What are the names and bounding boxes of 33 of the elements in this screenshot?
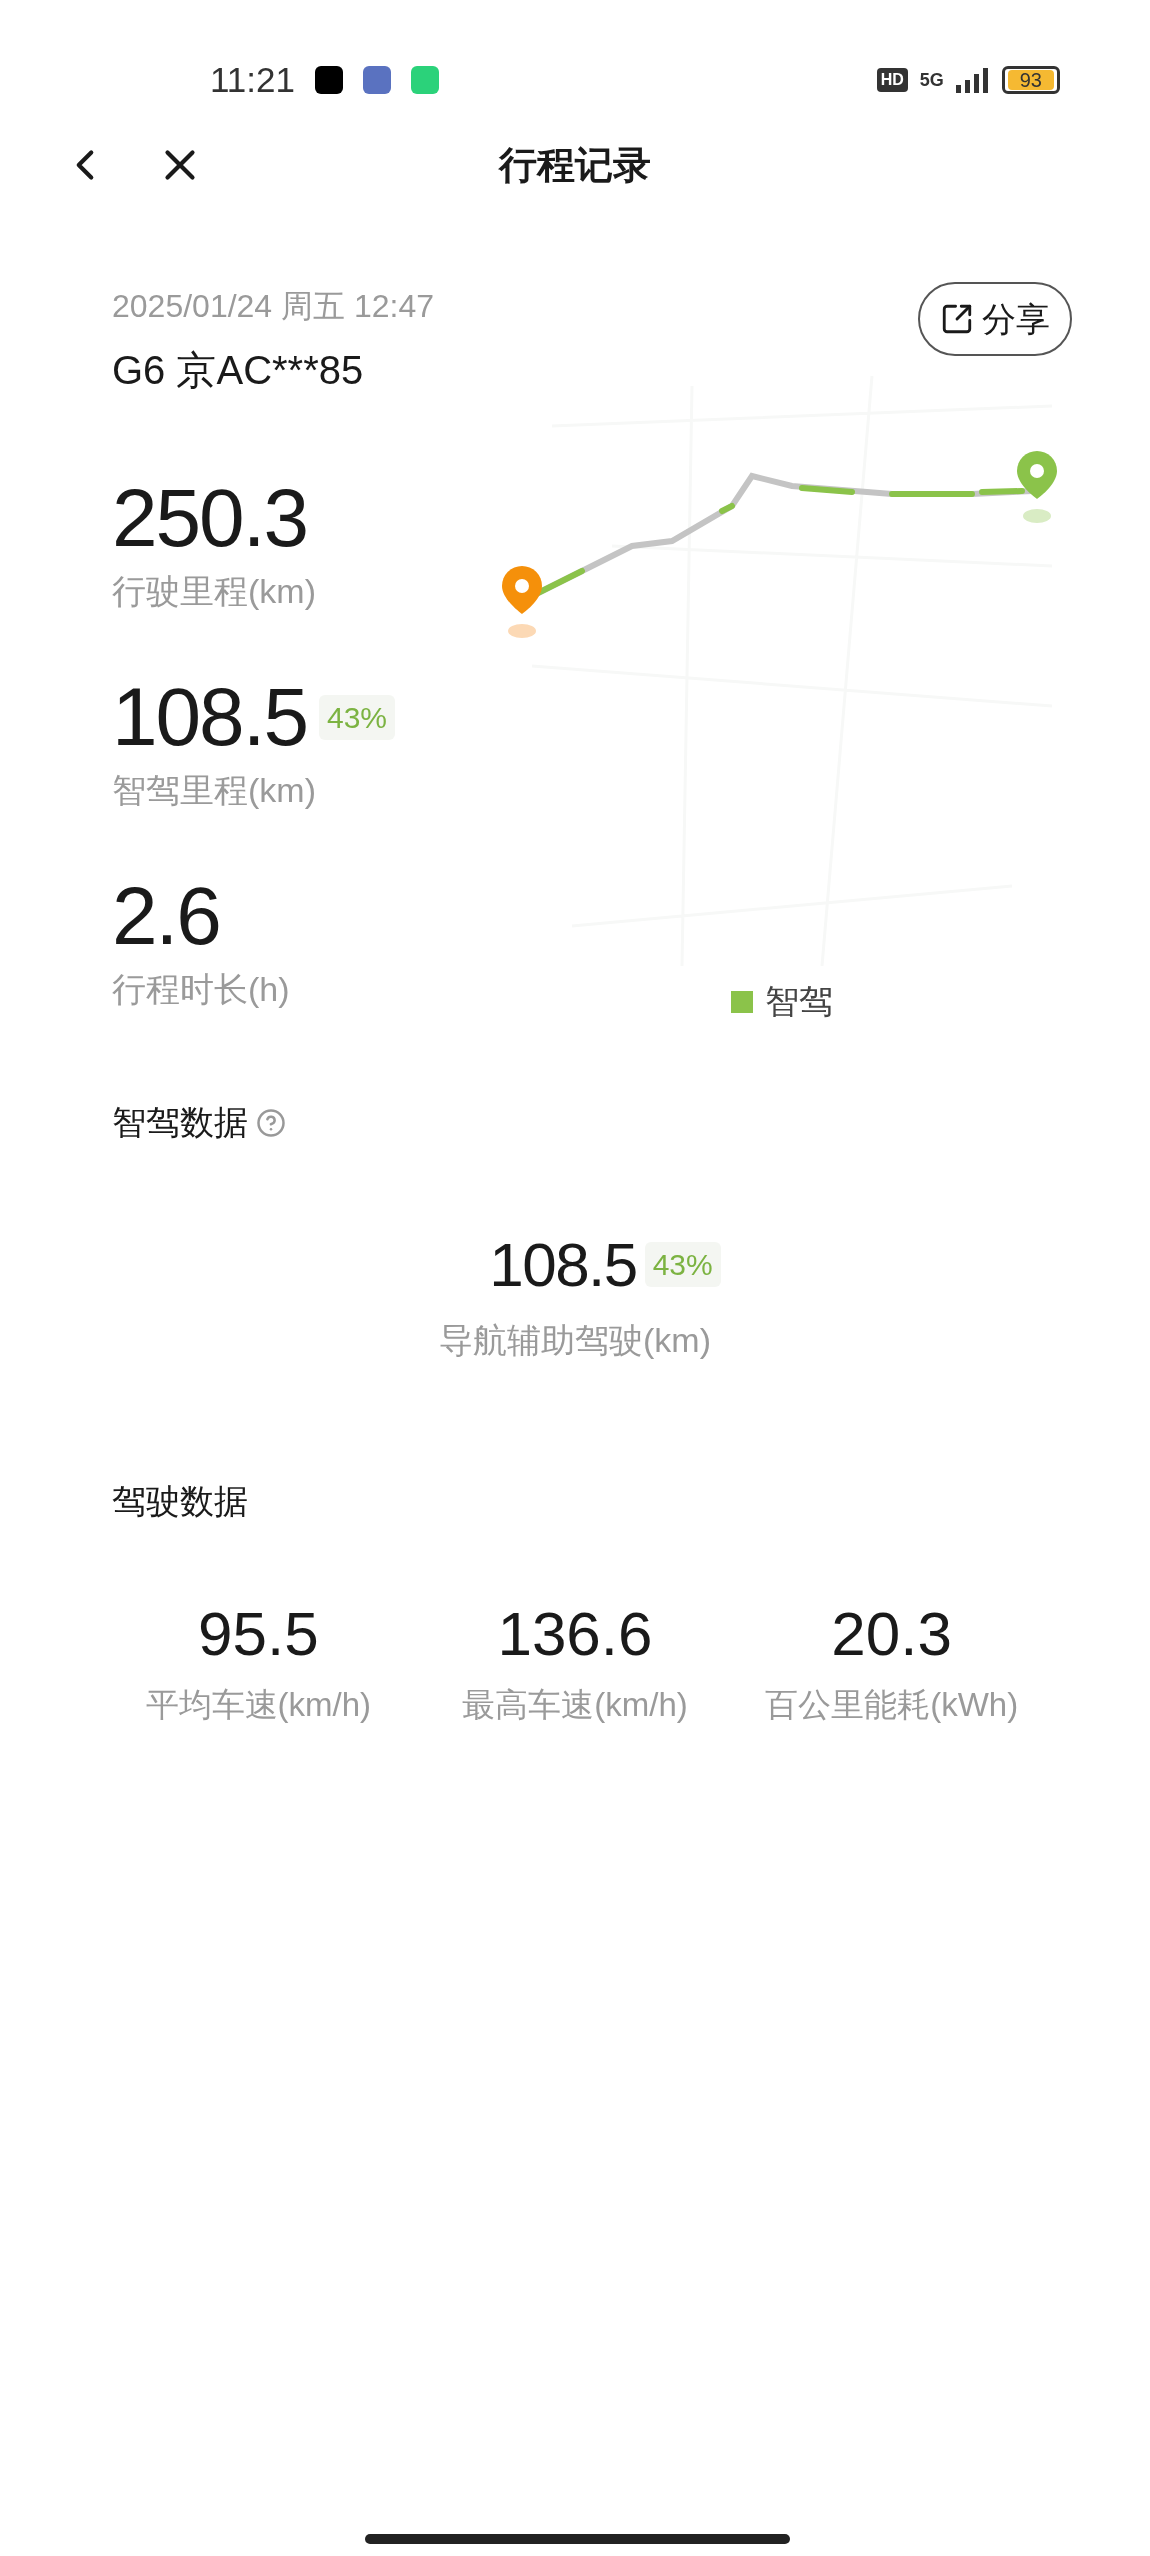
stat-value: 250.3 [112,471,307,565]
trip-datetime: 2025/01/24 周五 12:47 [112,287,435,326]
percent-badge: 43% [644,1242,721,1287]
legend-label: 智驾 [765,981,833,1022]
signal-icon [955,67,990,93]
stat-value: 136.6 [497,1598,653,1670]
share-icon[interactable] [940,302,974,336]
stat-label: 导航辅助驾驶(km) [439,1320,711,1361]
hd-indicator: HD [876,68,908,92]
app-icon [363,66,391,94]
page-title: 行程记录 [499,142,651,188]
app-icon [411,66,439,94]
stat-label: 百公里能耗(kWh) [765,1685,1019,1725]
stat-value: 95.5 [198,1598,319,1670]
stat-label: 平均车速(km/h) [145,1685,372,1725]
stat-label: 行程时长(h) [112,969,291,1010]
section-title: 智驾数据 [112,1102,248,1143]
battery-indicator: 93 [1001,66,1060,94]
app-icon [315,66,343,94]
help-icon[interactable] [256,1107,286,1138]
share-button[interactable]: 分享 [918,282,1072,356]
stat-value: 108.5 [112,670,307,764]
stat-label: 最高车速(km/h) [462,1685,688,1725]
stat-value: 20.3 [831,1598,952,1670]
percent-badge: 43% [318,694,395,740]
stat-value: 108.5 [489,1229,637,1301]
vehicle-plate: G6 京AC***85 [112,347,365,394]
stat-label: 智驾里程(km) [112,770,317,811]
clock-time: 11:21 [210,58,295,101]
stat-value: 2.6 [112,869,220,963]
section-title: 驾驶数据 [112,1482,248,1520]
stat-label: 行驶里程(km) [112,571,317,612]
network-label: 5G [919,68,944,92]
